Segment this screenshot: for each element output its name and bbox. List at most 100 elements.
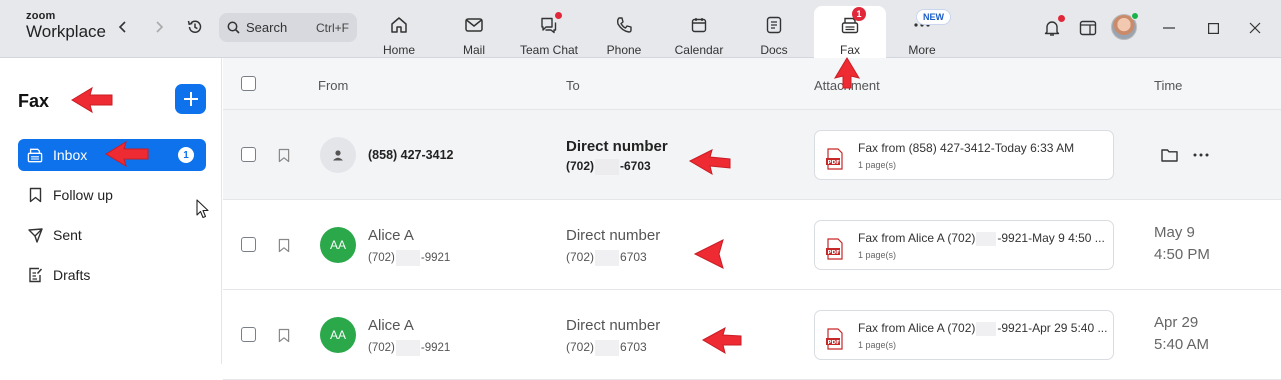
redaction-box [595,340,620,356]
attachment-name: Fax from Alice A (702) -9921-May 9 4:50 .… [858,231,1105,246]
fax-icon [27,148,43,162]
redaction-box [595,159,620,175]
attachment-card[interactable]: PDF Fax from Alice A (702) -9921-Apr 29 5… [814,310,1114,360]
inbox-count-badge: 1 [178,147,194,163]
bookmark-icon [29,187,41,203]
column-to: To [566,78,580,93]
follow-up-toggle[interactable] [276,237,292,253]
timestamp: May 9 4:50 PM [1154,224,1210,263]
mail-icon [465,18,483,32]
recipient-number: (702) 6703 [566,250,647,266]
tab-home[interactable]: Home [363,6,435,58]
avatar [320,137,356,173]
svg-text:PDF: PDF [828,250,841,256]
forward-button[interactable] [148,16,170,38]
tab-more[interactable]: NEW More [886,6,958,58]
new-badge: NEW [916,9,951,25]
sidebar-item-follow-up[interactable]: Follow up [18,179,206,211]
table-row[interactable]: AA Alice A (702) -9921 Direct number (702… [223,200,1281,290]
plus-icon [183,92,198,106]
row-checkbox[interactable] [241,237,256,252]
redaction-box [395,250,420,266]
redaction-box [595,250,620,266]
annotation-arrow [105,140,149,168]
table-row[interactable]: (858) 427-3412 Direct number (702) -6703 … [223,110,1281,200]
online-status-dot [1131,12,1139,20]
notifications-button[interactable] [1041,15,1065,39]
tab-docs[interactable]: Docs [738,6,810,58]
svg-text:PDF: PDF [828,340,841,346]
recipient-label: Direct number [566,317,661,334]
fax-badge: 1 [852,7,866,21]
sender-number: (702) -9921 [368,250,450,266]
attachment-name: Fax from Alice A (702) -9921-Apr 29 5:40 … [858,321,1108,336]
annotation-arrow [693,239,724,269]
sender-number: (702) -9921 [368,340,450,356]
search-input[interactable]: Search Ctrl+F [219,13,357,42]
tab-mail[interactable]: Mail [438,6,510,58]
tab-phone[interactable]: Phone [588,6,660,58]
search-placeholder: Search [246,20,288,35]
close-icon [1249,22,1261,34]
list-header: From To Attachment Time [223,58,1281,110]
redaction-box [976,231,997,246]
sidebar-item-sent[interactable]: Sent [18,219,206,251]
apps-button[interactable] [1077,17,1099,39]
phone-icon [616,17,632,33]
calendar-icon [691,18,707,33]
chat-unread-dot [555,12,562,19]
column-time: Time [1154,78,1183,93]
home-icon [391,17,407,33]
bookmark-icon [278,148,290,162]
history-button[interactable] [184,16,206,38]
table-row[interactable]: AA Alice A (702) -9921 Direct number (702… [223,290,1281,380]
sidebar-title: Fax [18,91,50,111]
bookmark-icon [278,238,290,252]
attachment-pages: 1 page(s) [858,340,897,350]
timestamp: Apr 29 5:40 AM [1154,314,1210,353]
more-actions-button[interactable] [1192,147,1210,163]
folder-icon [1160,149,1178,162]
ellipsis-icon [1193,153,1209,157]
maximize-icon [1207,22,1219,34]
minimize-button[interactable] [1158,17,1180,39]
attachment-card[interactable]: PDF Fax from (858) 427-3412-Today 6:33 A… [814,130,1114,180]
back-button[interactable] [112,16,134,38]
annotation-arrow [71,86,113,114]
maximize-button[interactable] [1202,17,1224,39]
annotation-arrow [833,57,861,89]
user-icon [333,150,343,161]
docs-icon [766,16,782,34]
redaction-box [395,340,420,356]
top-bar: zoom Workplace Search Ctrl+F Home Mail T… [0,0,1281,58]
mouse-cursor-icon [196,199,209,219]
app-logo: zoom Workplace [26,10,106,41]
recipient-number: (702) -6703 [566,159,651,175]
row-checkbox[interactable] [241,327,256,342]
sender-name: Alice A [368,227,414,244]
sender-name: Alice A [368,317,414,334]
pdf-icon: PDF [826,238,843,260]
recipient-label: Direct number [566,227,661,244]
open-folder-button[interactable] [1160,147,1178,163]
row-checkbox[interactable] [241,147,256,162]
search-shortcut: Ctrl+F [316,20,349,35]
follow-up-toggle[interactable] [276,327,292,343]
chevron-left-icon [118,21,126,33]
drafts-icon [28,267,42,283]
tab-calendar[interactable]: Calendar [663,6,735,58]
close-button[interactable] [1244,17,1266,39]
minimize-icon [1163,27,1175,29]
tab-team-chat[interactable]: Team Chat [513,6,585,58]
follow-up-toggle[interactable] [276,147,292,163]
redaction-box [976,321,997,336]
recipient-label: Direct number [566,138,668,155]
select-all-checkbox[interactable] [241,76,256,91]
new-fax-button[interactable] [175,84,206,114]
attachment-pages: 1 page(s) [858,250,897,260]
history-icon [187,20,202,33]
send-icon [27,227,43,243]
attachment-card[interactable]: PDF Fax from Alice A (702) -9921-May 9 4:… [814,220,1114,270]
tab-fax[interactable]: 1 Fax [814,6,886,58]
sidebar-item-drafts[interactable]: Drafts [18,259,206,291]
